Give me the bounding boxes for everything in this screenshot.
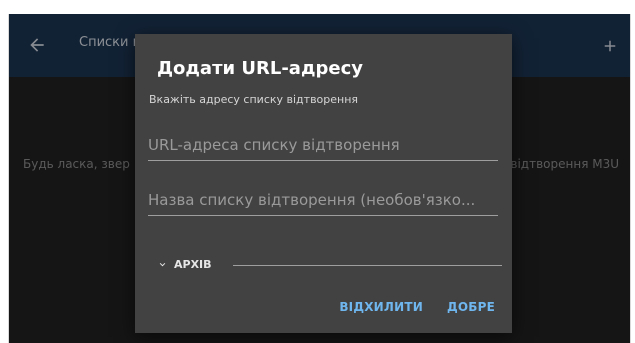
add-url-dialog: Додати URL-адресу Вкажіть адресу списку … [135, 34, 512, 333]
dialog-hint: Вкажіть адресу списку відтворення [149, 93, 359, 106]
cancel-button[interactable]: ВІДХИЛИТИ [339, 300, 423, 314]
app-screen: Списки в Будь ласка, звер відтворення M3… [8, 14, 631, 343]
archive-toggle[interactable]: АРХІВ [157, 258, 212, 271]
archive-section: АРХІВ [157, 258, 502, 274]
dialog-actions: ВІДХИЛИТИ ДОБРЕ [315, 300, 495, 314]
chevron-down-icon [159, 262, 166, 267]
dialog-title: Додати URL-адресу [157, 58, 363, 79]
playlist-url-input[interactable] [148, 130, 498, 161]
playlist-name-input[interactable] [148, 185, 498, 216]
ok-button[interactable]: ДОБРЕ [447, 300, 495, 314]
archive-label: АРХІВ [174, 258, 212, 271]
archive-divider [233, 265, 502, 266]
